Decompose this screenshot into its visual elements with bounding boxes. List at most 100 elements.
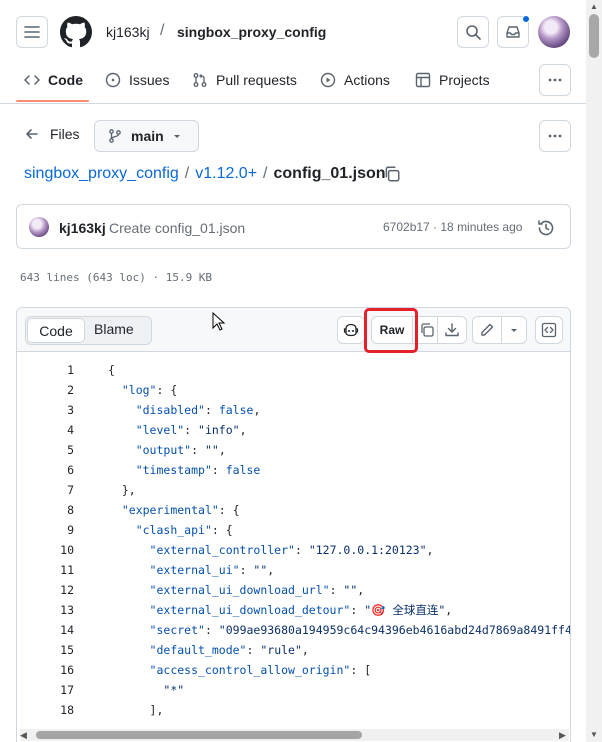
file-more-button[interactable] [539,120,571,152]
line-number[interactable]: 9 [17,520,74,540]
code-token: "experimental" [121,503,219,517]
path-repo-link[interactable]: singbox_proxy_config [24,165,179,183]
edit-dropdown-button[interactable] [501,316,527,344]
line-number[interactable]: 15 [17,640,74,660]
more-tabs-button[interactable] [539,64,571,96]
code-line: 8 "experimental": { [17,500,570,520]
code-token: "external_ui_download_url" [149,583,330,597]
code-token: , [253,403,261,417]
kebab-horizontal-icon [548,78,562,82]
line-number[interactable]: 4 [17,420,74,440]
code-token: "info" [198,423,240,437]
code-token: "access_control_allow_origin" [149,663,351,677]
code-token: : { [218,503,240,517]
line-content: }, [108,480,136,500]
file-path-breadcrumb: singbox_proxy_config / v1.12.0+ / config… [24,165,386,183]
line-number[interactable]: 1 [17,360,74,380]
code-view-button[interactable]: Code [27,318,85,343]
code-token: "" [253,563,268,577]
line-number[interactable]: 8 [17,500,74,520]
tab-actions[interactable]: Actions [320,70,390,90]
pull-request-icon [193,73,207,87]
scroll-up-arrow-icon[interactable]: ▲ [590,2,598,11]
code-token: "rule" [260,643,302,657]
play-icon [320,72,336,88]
code-token: "external_ui" [149,563,240,577]
line-number[interactable]: 5 [17,440,74,460]
line-content: "default_mode": "rule", [108,640,309,660]
search-button[interactable] [457,16,489,48]
vertical-scrollbar[interactable] [586,0,602,742]
code-token: "*" [163,683,185,697]
code-token: , [357,583,365,597]
viewer-toolbar: Code Blame Raw [17,308,570,353]
horizontal-scrollbar-thumb[interactable] [36,731,362,739]
code-line: 13 "external_ui_download_detour": "🎯 全球直… [17,600,570,620]
line-number[interactable]: 10 [17,540,74,560]
code-token: "external_ui_download_detour" [149,603,351,617]
owner-link[interactable]: kj163kj [106,24,150,40]
code-line: 3 "disabled": false, [17,400,570,420]
line-content: "disabled": false, [108,400,261,420]
code-square-icon [541,322,557,338]
line-number[interactable]: 6 [17,460,74,480]
code-line: 4 "level": "info", [17,420,570,440]
github-logo-icon[interactable] [60,16,92,48]
code-token: { [108,363,115,377]
copilot-button[interactable] [337,316,365,344]
line-number[interactable]: 14 [17,620,74,640]
blame-view-button[interactable]: Blame [94,321,134,337]
symbols-panel-button[interactable] [535,316,563,344]
code-token: , [426,543,434,557]
line-number[interactable]: 13 [17,600,74,620]
search-icon [466,25,481,40]
tab-pull-requests[interactable]: Pull requests [192,70,297,90]
commit-author-avatar[interactable] [29,217,49,237]
scroll-down-arrow-icon[interactable]: ▼ [590,730,598,739]
repo-link[interactable]: singbox_proxy_config [177,24,326,40]
code-line: 9 "clash_api": { [17,520,570,540]
latest-commit-box: kj163kj Create config_01.json 6702b17 · … [16,204,571,249]
line-content: "output": "", [108,440,226,460]
edit-button[interactable] [472,316,502,344]
line-number[interactable]: 17 [17,680,74,700]
line-number[interactable]: 11 [17,560,74,580]
path-folder-link[interactable]: v1.12.0+ [195,165,257,183]
branch-selector[interactable]: main [94,120,199,152]
scroll-left-arrow-icon[interactable]: ◀ [20,730,27,741]
code-viewer: Code Blame Raw 1{2 "log": {3 "disabled":… [16,307,571,742]
line-number[interactable]: 18 [17,700,74,720]
copy-path-icon[interactable] [383,165,401,183]
branch-name: main [131,128,164,144]
tab-issues[interactable]: Issues [105,70,169,90]
path-separator: / [263,165,268,182]
menu-button[interactable] [16,16,48,48]
line-number[interactable]: 12 [17,580,74,600]
line-number[interactable]: 3 [17,400,74,420]
user-avatar[interactable] [538,16,570,48]
history-icon[interactable] [537,219,555,237]
commit-message[interactable]: Create config_01.json [109,220,245,236]
line-number[interactable]: 2 [17,380,74,400]
commit-author[interactable]: kj163kj [59,220,106,236]
code-token: : [211,463,226,477]
line-content: "experimental": { [108,500,240,520]
raw-highlight-box [364,308,418,353]
git-branch-icon [109,129,121,143]
files-toggle-button[interactable]: Files [24,126,80,142]
download-button[interactable] [437,316,467,344]
code-token: : [294,543,309,557]
tab-projects[interactable]: Projects [415,70,490,90]
tab-code[interactable]: Code [24,70,83,90]
vertical-scrollbar-thumb[interactable] [589,14,599,58]
scroll-right-arrow-icon[interactable]: ▶ [559,730,566,741]
commit-meta[interactable]: 6702b17 · 18 minutes ago [383,220,522,234]
line-number[interactable]: 16 [17,660,74,680]
code-line: 15 "default_mode": "rule", [17,640,570,660]
line-number[interactable]: 7 [17,480,74,500]
